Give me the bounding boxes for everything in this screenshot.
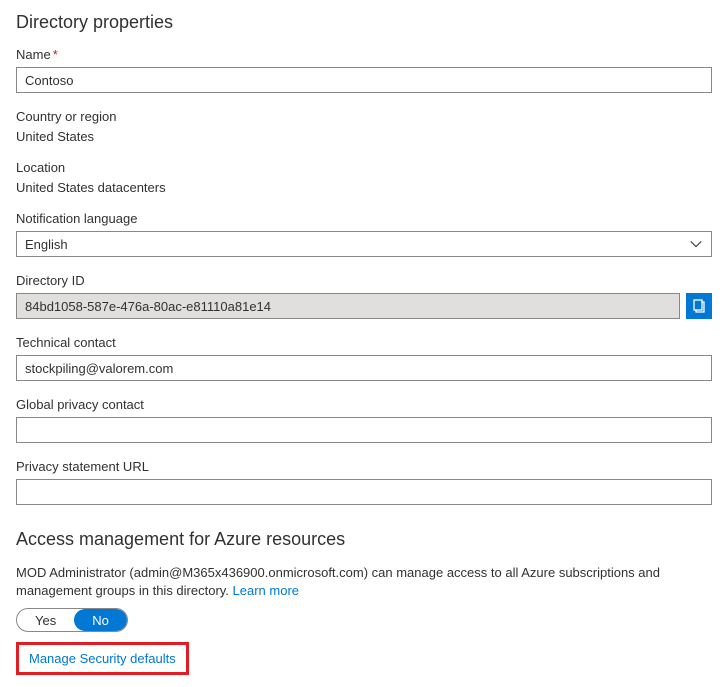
privacy-url-input[interactable] xyxy=(16,479,712,505)
access-title: Access management for Azure resources xyxy=(16,529,712,550)
toggle-yes[interactable]: Yes xyxy=(17,609,74,631)
required-indicator: * xyxy=(53,47,58,62)
directory-id-label: Directory ID xyxy=(16,273,712,288)
technical-contact-label: Technical contact xyxy=(16,335,712,350)
global-privacy-label: Global privacy contact xyxy=(16,397,712,412)
global-privacy-field-group: Global privacy contact xyxy=(16,397,712,443)
privacy-url-label: Privacy statement URL xyxy=(16,459,712,474)
name-label-text: Name xyxy=(16,47,51,62)
toggle-no[interactable]: No xyxy=(74,609,127,631)
location-label: Location xyxy=(16,160,712,175)
copy-button[interactable] xyxy=(686,293,712,319)
highlight-box: Manage Security defaults xyxy=(16,642,189,675)
name-input[interactable] xyxy=(16,67,712,93)
notification-language-field-group: Notification language English xyxy=(16,211,712,257)
page-title: Directory properties xyxy=(16,12,712,33)
privacy-url-field-group: Privacy statement URL xyxy=(16,459,712,505)
notification-language-label: Notification language xyxy=(16,211,712,226)
access-description-text: MOD Administrator (admin@M365x436900.onm… xyxy=(16,565,660,598)
technical-contact-field-group: Technical contact xyxy=(16,335,712,381)
country-value: United States xyxy=(16,129,712,144)
access-management-section: Access management for Azure resources MO… xyxy=(16,529,712,675)
access-description: MOD Administrator (admin@M365x436900.onm… xyxy=(16,564,712,600)
name-label: Name* xyxy=(16,47,712,62)
country-label: Country or region xyxy=(16,109,712,124)
notification-language-value: English xyxy=(25,237,68,252)
copy-icon xyxy=(691,298,707,314)
global-privacy-input[interactable] xyxy=(16,417,712,443)
name-field-group: Name* xyxy=(16,47,712,93)
learn-more-link[interactable]: Learn more xyxy=(233,583,299,598)
location-field-group: Location United States datacenters xyxy=(16,160,712,195)
manage-security-defaults-link[interactable]: Manage Security defaults xyxy=(29,651,176,666)
country-field-group: Country or region United States xyxy=(16,109,712,144)
directory-id-field-group: Directory ID 84bd1058-587e-476a-80ac-e81… xyxy=(16,273,712,319)
location-value: United States datacenters xyxy=(16,180,712,195)
notification-language-select[interactable]: English xyxy=(16,231,712,257)
directory-id-value: 84bd1058-587e-476a-80ac-e81110a81e14 xyxy=(16,293,680,319)
chevron-down-icon xyxy=(689,237,703,251)
technical-contact-input[interactable] xyxy=(16,355,712,381)
access-toggle[interactable]: Yes No xyxy=(16,608,128,632)
